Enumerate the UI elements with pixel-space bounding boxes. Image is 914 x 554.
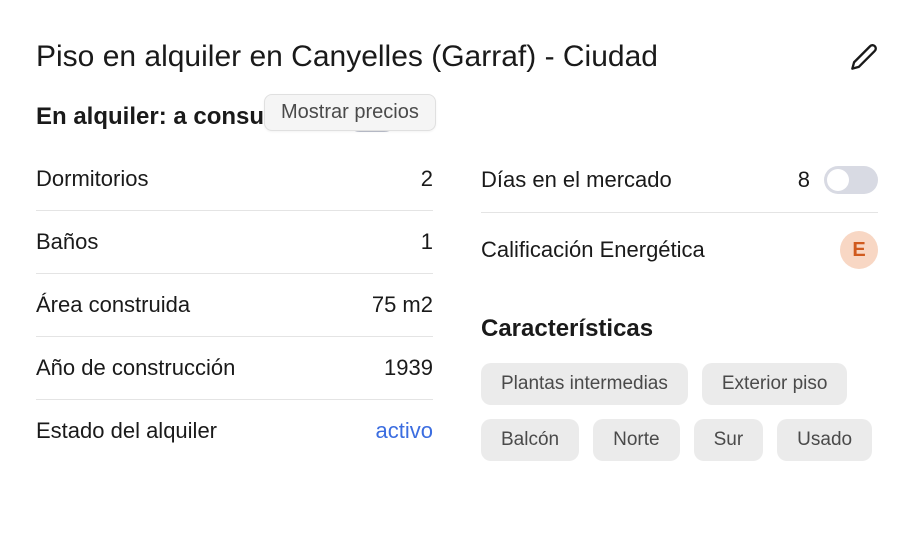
feature-tags: Plantas intermedias Exterior piso Balcón…: [481, 363, 878, 461]
left-column: Dormitorios 2 Baños 1 Área construida 75…: [36, 166, 433, 462]
feature-tag: Norte: [593, 419, 679, 461]
feature-tag: Sur: [694, 419, 764, 461]
days-toggle[interactable]: [824, 166, 878, 194]
stat-row-days: Días en el mercado 8: [481, 166, 878, 213]
stat-row-energy: Calificación Energética E: [481, 213, 878, 287]
stat-label: Año de construcción: [36, 355, 235, 381]
edit-icon[interactable]: [850, 43, 878, 71]
energy-badge: E: [840, 231, 878, 269]
price-row: En alquiler: a consultar/m: [36, 102, 878, 132]
stat-label: Estado del alquiler: [36, 418, 217, 444]
stat-label: Días en el mercado: [481, 167, 672, 193]
feature-tag: Plantas intermedias: [481, 363, 688, 405]
columns: Dormitorios 2 Baños 1 Área construida 75…: [36, 166, 878, 462]
stat-row-baths: Baños 1: [36, 211, 433, 274]
status-link[interactable]: activo: [376, 418, 433, 444]
stat-row-year: Año de construcción 1939: [36, 337, 433, 400]
stat-label: Área construida: [36, 292, 190, 318]
right-column: Días en el mercado 8 Calificación Energé…: [481, 166, 878, 462]
feature-tag: Exterior piso: [702, 363, 848, 405]
stat-label: Baños: [36, 229, 98, 255]
toggle-knob: [827, 169, 849, 191]
page-header: Piso en alquiler en Canyelles (Garraf) -…: [36, 40, 878, 74]
feature-tag: Balcón: [481, 419, 579, 461]
stat-label: Dormitorios: [36, 166, 148, 192]
stat-value: 1939: [384, 355, 433, 381]
features-title: Características: [481, 315, 878, 343]
stat-row-area: Área construida 75 m2: [36, 274, 433, 337]
stat-value-group: 8: [798, 166, 878, 194]
page-title: Piso en alquiler en Canyelles (Garraf) -…: [36, 40, 658, 74]
stat-value: 2: [421, 166, 433, 192]
tooltip-show-prices: Mostrar precios: [264, 94, 436, 131]
stat-row-bedrooms: Dormitorios 2: [36, 166, 433, 211]
stat-label: Calificación Energética: [481, 237, 705, 263]
stat-value: 75 m2: [372, 292, 433, 318]
stat-value: 8: [798, 167, 810, 193]
feature-tag: Usado: [777, 419, 872, 461]
stat-row-status: Estado del alquiler activo: [36, 400, 433, 462]
stat-value: 1: [421, 229, 433, 255]
